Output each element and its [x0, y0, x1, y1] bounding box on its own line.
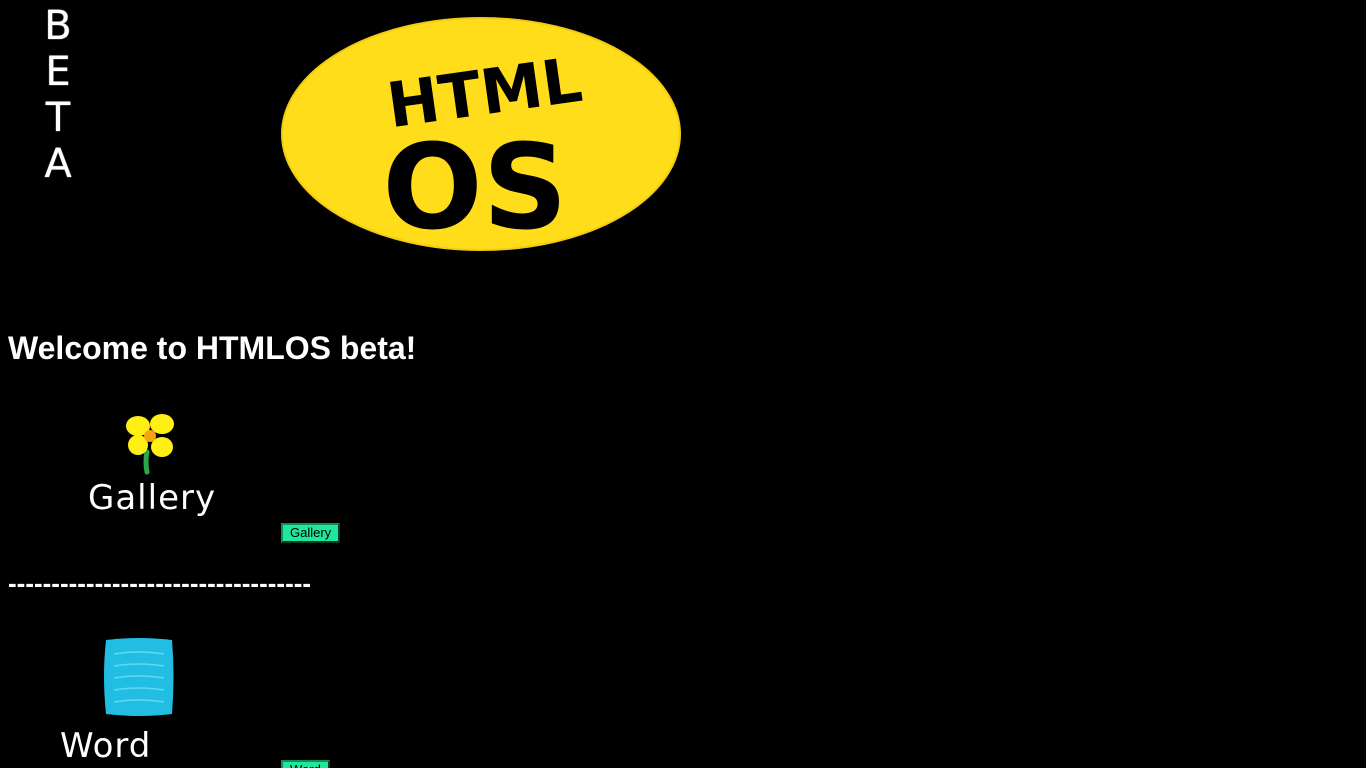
- beta-letter-t: T: [45, 95, 71, 141]
- beta-logo: B E T A: [30, 3, 86, 187]
- beta-letter-e: E: [45, 49, 71, 95]
- separator: -----------------------------------: [8, 568, 312, 598]
- beta-letter-a: A: [44, 141, 72, 187]
- gallery-art-label: Gallery: [88, 478, 217, 518]
- word-art-label: Word: [60, 726, 152, 766]
- flower-icon: [124, 412, 178, 481]
- gallery-button[interactable]: Gallery: [281, 523, 341, 543]
- logo-text-os: OS: [382, 118, 567, 254]
- desktop: B E T A HTML OS Welcome to HTMLOS beta! …: [0, 0, 1366, 768]
- welcome-heading: Welcome to HTMLOS beta!: [8, 330, 417, 366]
- word-button[interactable]: Word: [281, 760, 330, 768]
- beta-letter-b: B: [44, 3, 72, 49]
- htmlos-logo: HTML OS: [280, 16, 682, 254]
- document-icon: [102, 636, 176, 723]
